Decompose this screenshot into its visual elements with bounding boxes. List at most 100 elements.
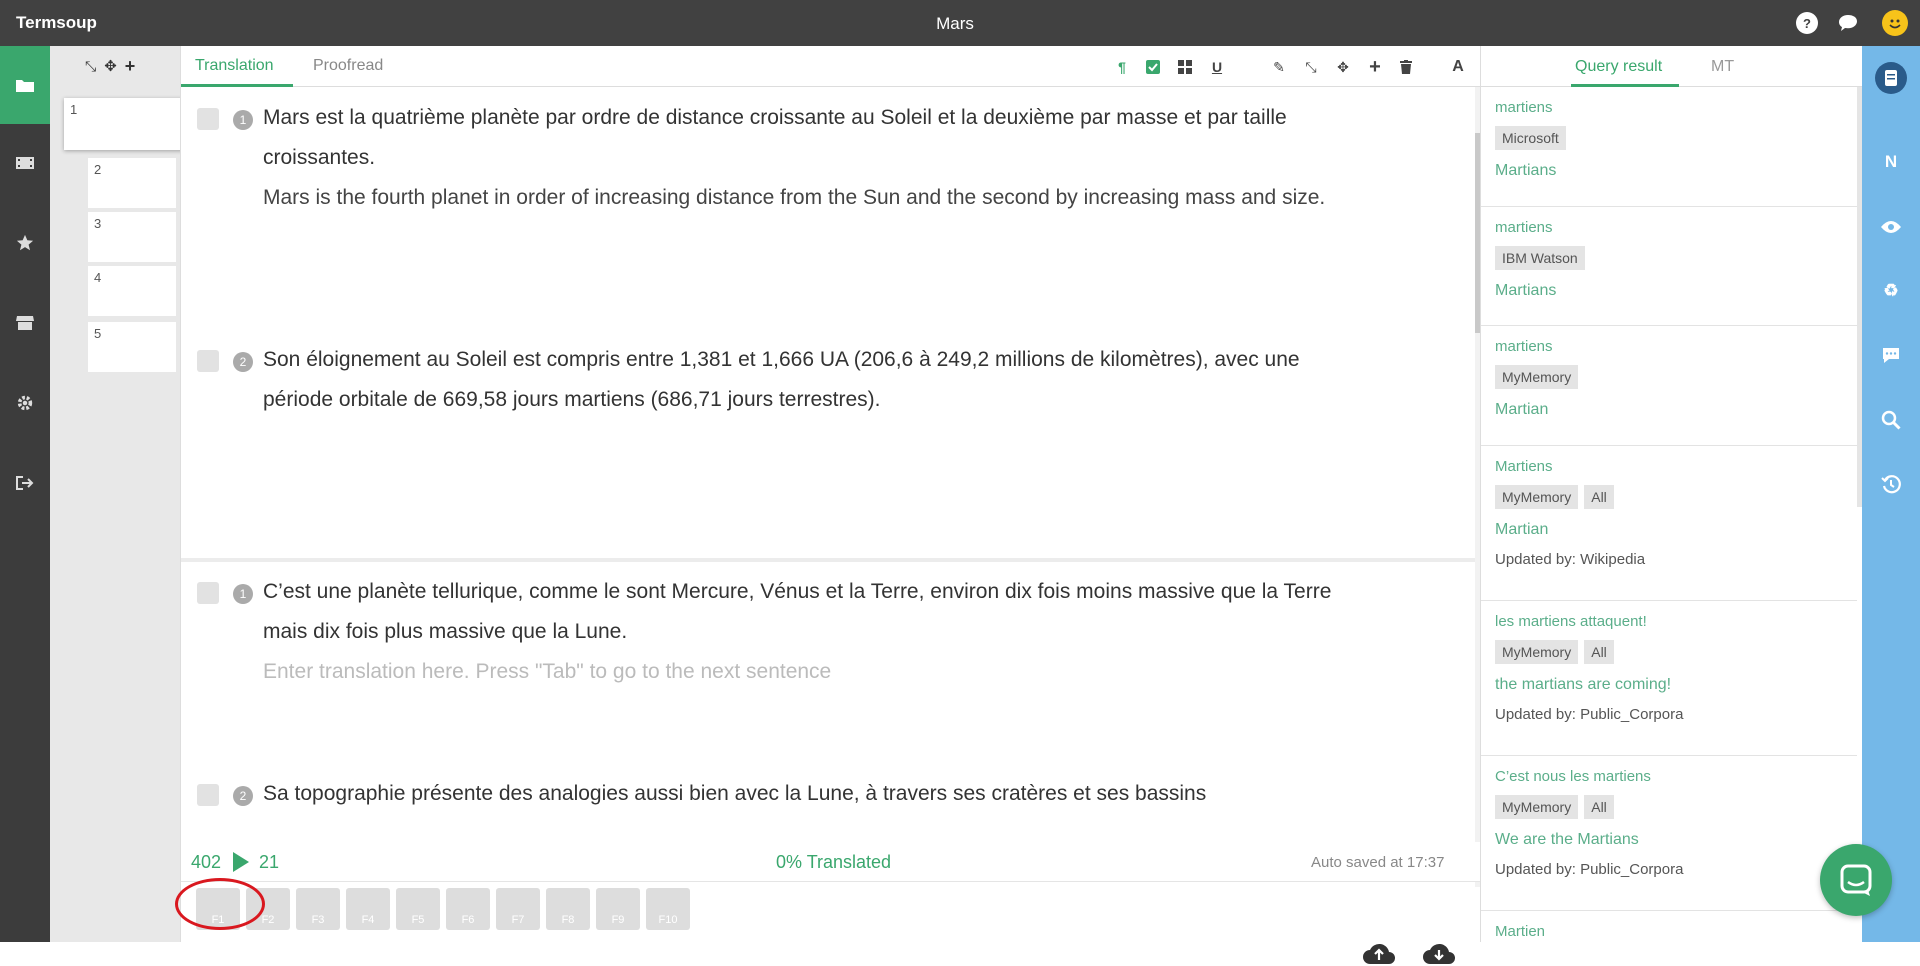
tab-query-result[interactable]: Query result <box>1575 58 1662 76</box>
history-icon[interactable] <box>1862 464 1920 504</box>
result-tag: Microsoft <box>1495 126 1566 150</box>
result-tag: MyMemory <box>1495 640 1579 664</box>
grid-icon[interactable] <box>1174 56 1196 78</box>
result-source: Martien <box>1495 923 1546 940</box>
result-target[interactable]: the martians are coming! <box>1495 676 1843 694</box>
check-square-icon[interactable] <box>1142 56 1164 78</box>
query-result-item[interactable]: martiens IBM Watson Martians <box>1481 207 1857 326</box>
result-target[interactable]: Martian <box>1495 401 1843 419</box>
query-panel: Query result MT martiens Microsoft Marti… <box>1480 46 1863 942</box>
result-tag: IBM Watson <box>1495 246 1585 270</box>
editor-tabs: Translation Proofread ¶ U ✎ ⤡ ✥ + A <box>181 46 1481 87</box>
query-result-item[interactable]: C’est nous les martiens MyMemory All We … <box>1481 756 1857 911</box>
store-icon[interactable] <box>0 284 50 362</box>
f10-button[interactable]: F10 <box>646 888 690 930</box>
move-icon[interactable]: ✥ <box>104 57 117 75</box>
segment-item[interactable]: 1 <box>64 98 184 150</box>
notebook-icon[interactable] <box>1862 58 1920 98</box>
folder-icon[interactable] <box>0 46 50 124</box>
font-icon[interactable]: A <box>1447 56 1469 78</box>
gear-icon[interactable] <box>0 364 50 442</box>
sentence-checkbox[interactable] <box>197 784 219 806</box>
result-source: Martiens <box>1495 458 1553 475</box>
add-icon[interactable]: + <box>125 56 136 77</box>
paragraph-icon[interactable]: ¶ <box>1111 56 1133 78</box>
source-text: Mars est la quatrième planète par ordre … <box>263 106 1287 169</box>
f4-button[interactable]: F4 <box>346 888 390 930</box>
result-tag: All <box>1584 640 1614 664</box>
result-tag: MyMemory <box>1495 485 1579 509</box>
tab-proofread[interactable]: Proofread <box>313 57 383 75</box>
query-result-item[interactable]: Martiens MyMemory All Martian Updated by… <box>1481 446 1857 601</box>
target-text[interactable]: Mars is the fourth planet in order of in… <box>263 178 1373 218</box>
film-icon[interactable] <box>0 124 50 202</box>
trash-icon[interactable] <box>1395 56 1417 78</box>
download-icon[interactable] <box>1421 940 1457 966</box>
result-target[interactable]: Martians <box>1495 282 1843 300</box>
f7-button[interactable]: F7 <box>496 888 540 930</box>
chat-icon[interactable] <box>1837 12 1859 34</box>
result-target[interactable]: We are the Martians <box>1495 831 1843 849</box>
eye-icon[interactable] <box>1862 207 1920 247</box>
auto-saved-status: Auto saved at 17:37 <box>1311 854 1445 871</box>
paragraph-divider <box>181 558 1475 562</box>
query-result-item[interactable]: les martiens attaquent! MyMemory All the… <box>1481 601 1857 756</box>
sentence-checkbox[interactable] <box>197 582 219 604</box>
user-avatar-icon[interactable] <box>1882 10 1908 36</box>
tab-translation[interactable]: Translation <box>195 57 274 75</box>
f6-button[interactable]: F6 <box>446 888 490 930</box>
result-target[interactable]: Martian <box>1495 521 1843 539</box>
query-result-item[interactable]: martiens Microsoft Martians <box>1481 87 1857 207</box>
add-icon[interactable]: + <box>1364 56 1386 78</box>
left-sidebar <box>0 46 50 942</box>
sign-out-icon[interactable] <box>0 444 50 522</box>
sentence-block[interactable]: C’est une planète tellurique, comme le s… <box>263 572 1373 692</box>
tab-mt[interactable]: MT <box>1711 58 1734 76</box>
merge-icon[interactable]: ⤡ <box>85 58 96 75</box>
comment-icon[interactable] <box>1862 336 1920 376</box>
move-icon[interactable]: ✥ <box>1332 56 1354 78</box>
query-result-item[interactable]: martiens MyMemory Martian <box>1481 326 1857 446</box>
upload-icon[interactable] <box>1361 940 1397 966</box>
star-icon[interactable] <box>0 204 50 282</box>
highlight-circle <box>175 878 265 930</box>
result-source: martiens <box>1495 99 1553 116</box>
segment-item[interactable]: 4 <box>88 266 176 316</box>
result-tag: All <box>1584 795 1614 819</box>
f3-button[interactable]: F3 <box>296 888 340 930</box>
sentence-number: 2 <box>233 352 253 372</box>
segment-item[interactable]: 2 <box>88 158 176 208</box>
translation-input[interactable]: Enter translation here. Press "Tab" to g… <box>263 652 1373 692</box>
sentence-checkbox[interactable] <box>197 350 219 372</box>
f8-button[interactable]: F8 <box>546 888 590 930</box>
play-icon[interactable] <box>233 852 249 872</box>
document-title: Mars <box>936 14 974 33</box>
help-icon[interactable]: ? <box>1796 12 1818 34</box>
source-text: C’est une planète tellurique, comme le s… <box>263 580 1332 643</box>
sentence-number: 1 <box>233 584 253 604</box>
source-text: Son éloignement au Soleil est compris en… <box>263 348 1300 411</box>
segment-list: ⤡ ✥ + 1 2 3 4 5 <box>50 46 184 942</box>
result-target[interactable]: Martians <box>1495 162 1843 180</box>
result-tag: MyMemory <box>1495 795 1579 819</box>
sentence-block[interactable]: Sa topographie présente des analogies au… <box>263 774 1373 814</box>
merge-icon[interactable]: ⤡ <box>1300 56 1322 78</box>
segment-item[interactable]: 3 <box>88 212 176 262</box>
f5-button[interactable]: F5 <box>396 888 440 930</box>
segment-item[interactable]: 5 <box>88 322 176 372</box>
n-icon[interactable]: N <box>1862 142 1920 182</box>
query-tabs: Query result MT <box>1481 46 1863 87</box>
result-tag: All <box>1584 485 1614 509</box>
recycle-icon[interactable]: ♻ <box>1862 271 1920 311</box>
search-icon[interactable] <box>1862 400 1920 440</box>
sentence-block[interactable]: Son éloignement au Soleil est compris en… <box>263 340 1373 420</box>
sentence-block[interactable]: Mars est la quatrième planète par ordre … <box>263 98 1373 218</box>
updated-by: Updated by: Public_Corpora <box>1495 706 1684 723</box>
pencil-icon[interactable]: ✎ <box>1268 56 1290 78</box>
query-result-item[interactable]: Martien <box>1481 911 1857 942</box>
f9-button[interactable]: F9 <box>596 888 640 930</box>
result-source: martiens <box>1495 219 1553 236</box>
underline-icon[interactable]: U <box>1206 56 1228 78</box>
chat-launcher-button[interactable] <box>1820 844 1892 916</box>
sentence-checkbox[interactable] <box>197 108 219 130</box>
